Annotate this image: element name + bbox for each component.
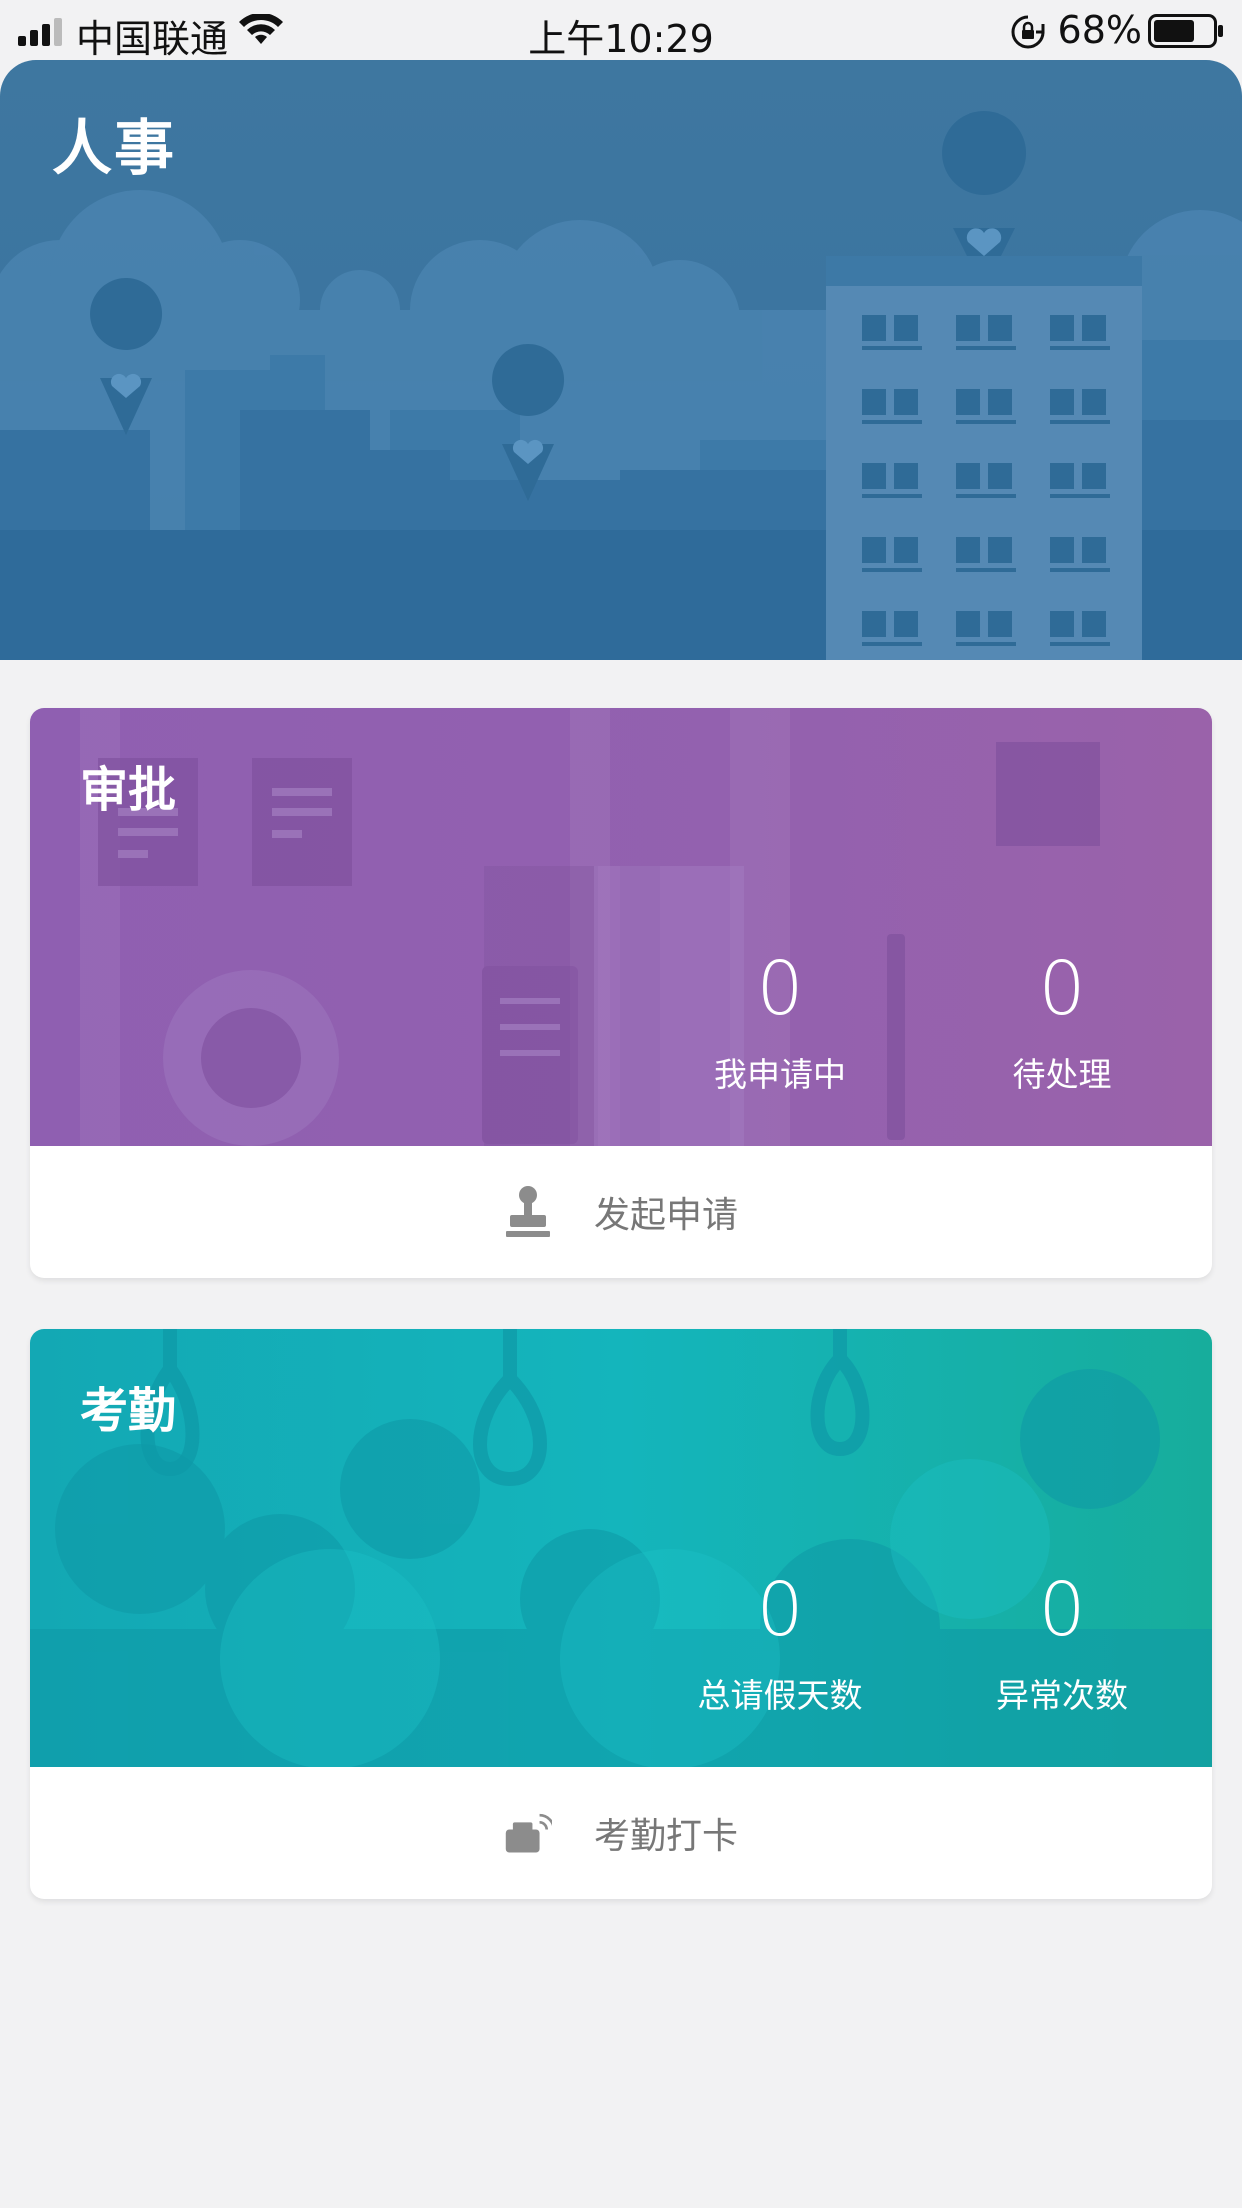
attendance-banner[interactable]: 考勤 0 总请假天数 0 异常次数: [30, 1329, 1212, 1767]
page-title: 人事: [52, 114, 176, 184]
exception-count: 0: [1038, 1567, 1086, 1653]
clock: 上午10:29: [528, 17, 714, 61]
to-process-count: 0: [1038, 946, 1086, 1032]
approval-card: 审批 0 我申请中 0 待处理 发起申请: [30, 708, 1212, 1278]
total-leave-days-count: 0: [756, 1567, 804, 1653]
clock-in-button[interactable]: 考勤打卡: [30, 1767, 1212, 1899]
header-banner: 人事: [0, 60, 1242, 660]
to-process-stat[interactable]: 0 待处理: [942, 946, 1182, 1096]
attendance-title: 考勤: [80, 1383, 177, 1439]
total-leave-days-stat[interactable]: 0 总请假天数: [660, 1567, 900, 1717]
my-pending-label: 我申请中: [714, 1055, 846, 1094]
to-process-label: 待处理: [1012, 1055, 1112, 1094]
approval-title: 审批: [80, 762, 177, 818]
exception-count-stat[interactable]: 0 异常次数: [942, 1567, 1182, 1717]
exception-count-label: 异常次数: [996, 1676, 1128, 1715]
battery-percent: 68%: [1057, 8, 1142, 52]
clock-in-label: 考勤打卡: [593, 1816, 738, 1857]
rotation-lock-icon: [1011, 15, 1045, 49]
approval-banner[interactable]: 审批 0 我申请中 0 待处理: [30, 708, 1212, 1146]
battery-icon: [1148, 14, 1223, 48]
card-reader-icon: [505, 1813, 552, 1853]
my-pending-stat[interactable]: 0 我申请中: [660, 946, 900, 1096]
total-leave-days-label: 总请假天数: [697, 1676, 863, 1715]
my-pending-count: 0: [756, 946, 804, 1032]
city-illustration: [0, 111, 1242, 660]
status-bar: 中国联通 上午10:29 68%: [0, 0, 1242, 61]
stamp-icon: [505, 1186, 550, 1237]
attendance-card: 考勤 0 总请假天数 0 异常次数 考勤打卡: [30, 1329, 1212, 1899]
start-application-button[interactable]: 发起申请: [30, 1146, 1212, 1278]
start-application-label: 发起申请: [593, 1195, 738, 1236]
